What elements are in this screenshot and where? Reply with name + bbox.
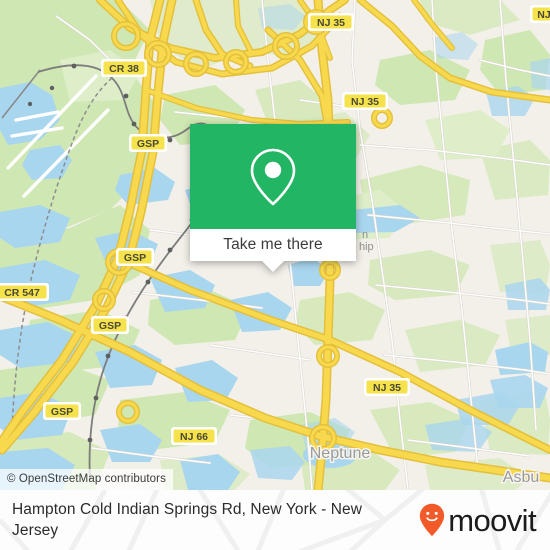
road-shield: GSP xyxy=(129,134,167,152)
svg-text:NJ: NJ xyxy=(537,9,550,21)
svg-text:CR 38: CR 38 xyxy=(109,63,139,75)
road-shield: GSP xyxy=(43,402,81,420)
card-pointer-tail xyxy=(262,261,284,272)
osm-attribution[interactable]: © OpenStreetMap contributors xyxy=(0,469,173,490)
svg-text:GSP: GSP xyxy=(99,320,121,332)
road-shield: GSP xyxy=(91,316,129,334)
moovit-wordmark: moovit xyxy=(448,502,536,538)
svg-text:NJ 35: NJ 35 xyxy=(351,96,379,108)
svg-text:GSP: GSP xyxy=(51,406,73,418)
svg-text:GSP: GSP xyxy=(137,138,159,150)
road-shield: NJ 35 xyxy=(308,13,354,31)
place-label: Asbu xyxy=(503,469,539,486)
location-pin-icon xyxy=(250,148,296,205)
place-label: n xyxy=(362,229,368,241)
road-shield: NJ 66 xyxy=(171,427,217,445)
svg-text:GSP: GSP xyxy=(124,252,146,264)
result-footer: Hampton Cold Indian Springs Rd, New York… xyxy=(0,490,550,550)
moovit-smiling-pin-icon xyxy=(420,503,445,537)
svg-text:NJ 35: NJ 35 xyxy=(317,17,345,29)
road-shield: CR 547 xyxy=(0,283,49,301)
take-me-there-label: Take me there xyxy=(223,236,323,253)
take-me-there-button[interactable]: Take me there xyxy=(190,229,356,272)
road-shield: NJ 35 xyxy=(364,378,410,396)
road-shield: NJ 35 xyxy=(342,92,388,110)
map-result-page: Neptune Asbu n hip CR 38 NJ 35 NJ 35 NJ … xyxy=(0,0,550,550)
svg-text:CR 547: CR 547 xyxy=(4,287,40,299)
place-label: Neptune xyxy=(310,445,371,462)
svg-text:NJ 35: NJ 35 xyxy=(373,382,401,394)
moovit-logo[interactable]: moovit xyxy=(419,502,537,538)
road-shield: GSP xyxy=(116,248,154,266)
road-shield: NJ xyxy=(530,5,550,23)
place-label: hip xyxy=(359,241,374,253)
card-icon-area xyxy=(190,124,356,229)
svg-text:NJ 66: NJ 66 xyxy=(180,431,208,443)
road-shield: CR 38 xyxy=(101,59,147,77)
location-title: Hampton Cold Indian Springs Rd, New York… xyxy=(12,501,363,539)
location-card[interactable]: Take me there xyxy=(190,124,356,272)
